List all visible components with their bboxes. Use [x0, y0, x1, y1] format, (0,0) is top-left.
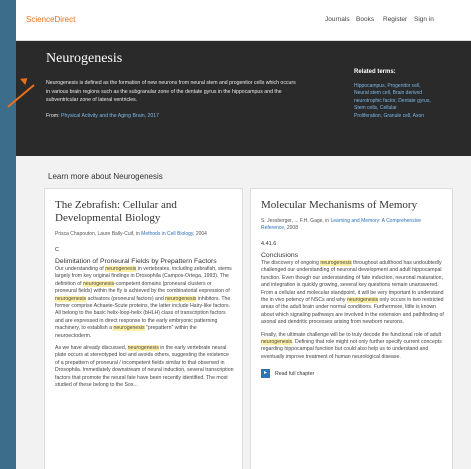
read-full-chapter-button[interactable]: ▸ Read full chapter [261, 369, 444, 379]
from-label: From: [46, 113, 60, 119]
related-term-line[interactable]: Neural stem cell, Brain derived [354, 90, 464, 97]
excerpt-text: in the early vertebrate neural plate occ… [55, 345, 234, 389]
top-bar: ScienceDirect Journals Books Register Si… [16, 0, 471, 41]
chapter-meta: S. Jessberger, ... F.H. Gage, in Learnin… [261, 218, 444, 232]
chapter-excerpt: Our understanding of neurogenesis in ver… [55, 266, 234, 340]
highlighted-term: neurogenesis [320, 260, 352, 266]
chapter-title[interactable]: The Zebrafish: Cellular and Developmenta… [55, 199, 234, 225]
chapter-title[interactable]: Molecular Mechanisms of Memory [261, 199, 444, 212]
read-full-chapter-label: Read full chapter [275, 370, 315, 377]
nav-sign-in[interactable]: Sign in [414, 16, 434, 23]
related-term-line[interactable]: neurotrophic factor, Dentate gyrus, [354, 98, 464, 105]
highlighted-term: neurogenesis [261, 339, 293, 346]
brand-logo[interactable]: ScienceDirect [26, 15, 75, 24]
related-term-line[interactable]: Stem cells, Cellular [354, 105, 464, 112]
definition-source: From: Physical Activity and the Aging Br… [46, 113, 159, 119]
highlighted-term: neurogenesis [113, 325, 145, 332]
related-term-line[interactable]: Hippocampus, Progenitor cell, [354, 83, 464, 90]
excerpt-text: As we have already discussed, [55, 345, 128, 352]
related-term-line[interactable]: Proliferation, Granule cell, Axon [354, 113, 464, 120]
section-number: C [55, 247, 59, 253]
highlighted-term: neurogenesis [55, 295, 87, 302]
chapter-authors: S. Jessberger, ... F.H. Gage, in [261, 218, 330, 224]
nav-register[interactable]: Register [383, 16, 407, 23]
highlighted-term: neurogenesis [127, 345, 159, 352]
excerpt-text: Finally, the ultimate challenge will be … [261, 331, 442, 338]
highlighted-term: neurogenesis [346, 297, 379, 304]
topic-definition: Neurogenesis is defined as the formation… [46, 80, 296, 104]
source-link[interactable]: Physical Activity and the Aging Brain, 2… [61, 113, 159, 119]
related-terms-title: Related terms: [354, 69, 396, 75]
highlighted-term: neurogenesis [82, 280, 115, 287]
chapter-authors: Prisca Chapouton, Laure Bally-Cuif, in [55, 231, 140, 237]
section-title: Conclusions [261, 252, 299, 259]
excerpt-text: The discovery of ongoing [261, 260, 321, 266]
chapter-excerpt: As we have already discussed, neurogenes… [55, 345, 234, 389]
chapter-source-link[interactable]: Methods in Cell Biology, [141, 231, 194, 237]
nav-books[interactable]: Books [356, 16, 374, 23]
section-title: Delimitation of Proneural Fields by Prep… [55, 258, 217, 265]
section-number: 4.41.6 [261, 241, 277, 247]
topic-header: Neurogenesis Neurogenesis is defined as … [16, 41, 471, 156]
highlighted-term: neurogenesis [105, 266, 137, 272]
chapter-excerpt: The discovery of ongoing neurogenesis th… [261, 260, 444, 327]
highlighted-term: neurogenesis [165, 295, 197, 302]
excerpt-text: Our understanding of [55, 266, 106, 272]
chapter-excerpt: Finally, the ultimate challenge will be … [261, 332, 444, 362]
chevron-right-icon: ▸ [261, 369, 270, 379]
nav-journals[interactable]: Journals [325, 16, 350, 23]
page-title: Neurogenesis [46, 51, 123, 66]
learn-more-heading: Learn more about Neurogenesis [48, 172, 163, 181]
excerpt-text: activators (proneural factors) and [86, 295, 166, 302]
chapter-year: 2008 [286, 225, 298, 231]
chapter-year: 2004 [195, 231, 207, 237]
sciencedirect-page: ScienceDirect Journals Books Register Si… [16, 0, 471, 469]
chapter-meta: Prisca Chapouton, Laure Bally-Cuif, in M… [55, 231, 234, 238]
chapter-card: Molecular Mechanisms of Memory S. Jessbe… [250, 188, 453, 469]
related-terms: Related terms: Hippocampus, Progenitor c… [354, 69, 464, 120]
chapter-card: The Zebrafish: Cellular and Developmenta… [44, 188, 243, 469]
